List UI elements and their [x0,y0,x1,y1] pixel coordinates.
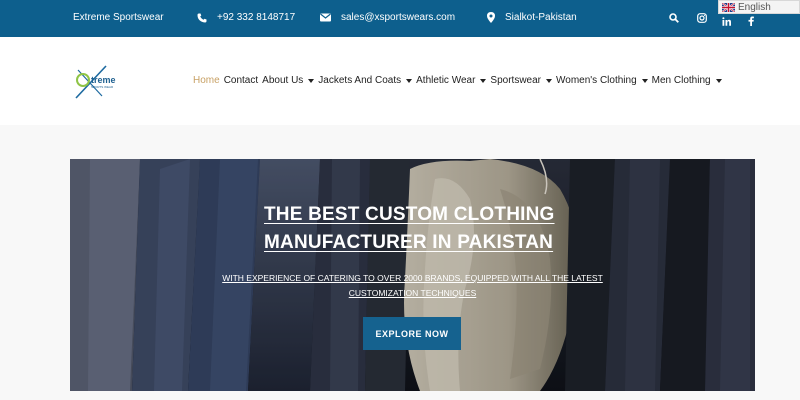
linkedin-link[interactable] [719,14,733,28]
nav-item-women-s-clothing[interactable]: Women's Clothing [556,75,648,86]
primary-menu: Home Contact About Us Jackets And Coats Athl… [193,75,726,86]
email-address: sales@xsportswears.com [341,12,456,23]
nav-item-contact[interactable]: Contact [224,75,258,86]
hero-subtitle: WITH EXPERIENCE OF CATERING TO OVER 2000… [222,273,603,298]
nav-item-about-us[interactable]: About Us [262,75,315,86]
instagram-icon [697,13,707,23]
nav-item-label: Athletic Wear [416,75,476,86]
caret-down-icon [308,78,315,83]
language-label: English [738,1,771,13]
explore-now-button[interactable]: EXPLORE NOW [363,317,461,350]
site-logo[interactable]: treme SPORTS WEAR [74,64,120,100]
top-bar-brand: Extreme Sportswear [73,12,164,23]
instagram-link[interactable] [695,11,709,25]
linkedin-icon [721,16,731,26]
caret-down-icon [715,78,722,83]
hero-title: THE BEST CUSTOM CLOTHING MANUFACTURER IN… [264,204,555,253]
search-button[interactable] [667,11,681,25]
nav-item-label: Men Clothing [651,75,711,86]
search-icon [669,13,679,23]
nav-item-jackets-and-coats[interactable]: Jackets And Coats [318,75,413,86]
nav-item-men-clothing[interactable]: Men Clothing [652,75,722,86]
nav-item-label: Women's Clothing [556,75,637,86]
mail-icon [320,13,331,22]
caret-down-icon [641,78,648,83]
logo-text: treme [91,75,116,85]
caret-down-icon [480,78,487,83]
facebook-icon [748,16,754,26]
nav-item-label: Sportswear [490,75,541,86]
nav-item-label: Jackets And Coats [318,75,402,86]
phone-icon [197,13,207,22]
uk-flag-icon [722,2,735,12]
location-text: Sialkot-Pakistan [505,12,577,23]
nav-item-label: About Us [262,75,304,86]
hero-banner: THE BEST CUSTOM CLOTHING MANUFACTURER IN… [70,159,755,391]
nav-item-label: Home [193,75,220,86]
nav-item-home[interactable]: Home [193,75,220,86]
phone-number: +92 332 8148717 [217,12,296,23]
nav-item-label: Contact [223,75,259,86]
logo-tagline: SPORTS WEAR [91,85,114,89]
facebook-link[interactable] [744,14,758,28]
nav-item-athletic-wear[interactable]: Athletic Wear [416,75,487,86]
caret-down-icon [546,78,552,83]
location-info: Sialkot-Pakistan [487,12,577,23]
top-bar: Extreme Sportswear +92 332 8148717 sales… [0,0,800,37]
nav-item-sportswear[interactable]: Sportswear [490,75,552,86]
caret-down-icon [406,78,413,83]
location-pin-icon [487,12,495,23]
main-navbar: treme SPORTS WEAR Home Contact About Us Jac… [0,37,800,125]
language-selector[interactable]: English [718,0,800,14]
email-contact[interactable]: sales@xsportswears.com [320,12,455,23]
phone-contact[interactable]: +92 332 8148717 [197,12,295,23]
